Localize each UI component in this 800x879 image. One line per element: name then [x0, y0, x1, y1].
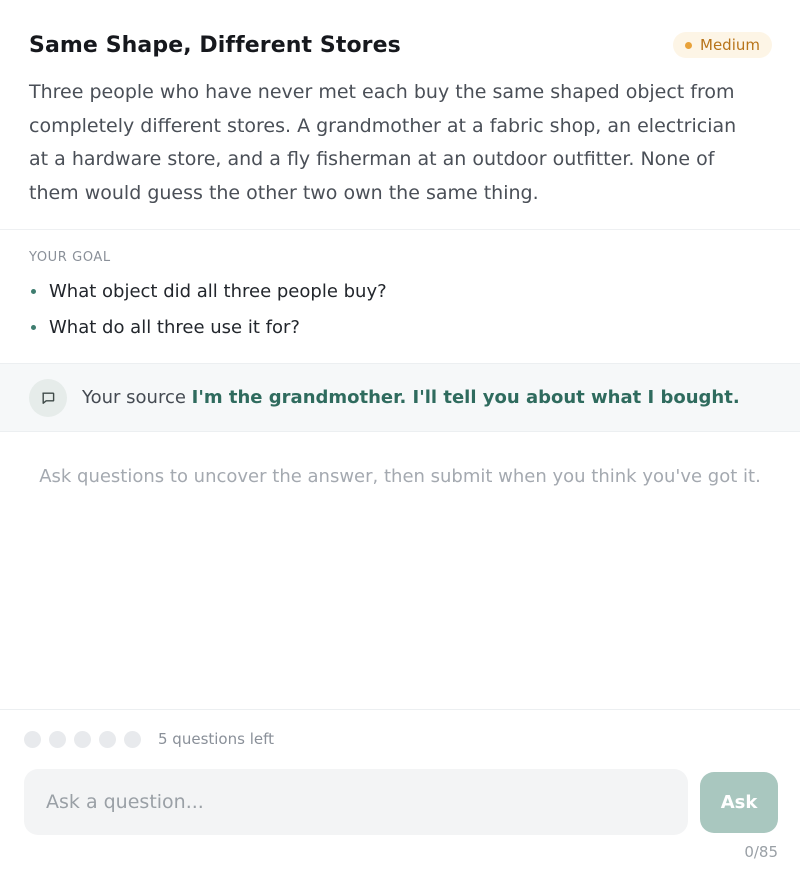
question-dot: [124, 730, 141, 748]
goal-section: YOUR GOAL What object did all three peop…: [0, 230, 800, 363]
source-text: Your source I'm the grandmother. I'll te…: [82, 387, 740, 408]
puzzle-card: Same Shape, Different Stores Medium Thre…: [0, 0, 800, 879]
questions-left-label: 5 questions left: [158, 730, 274, 749]
puzzle-title: Same Shape, Different Stores: [29, 32, 401, 58]
question-dot: [24, 730, 41, 748]
question-dot: [49, 730, 66, 748]
source-prefix: Your source: [82, 387, 186, 409]
source-banner: Your source I'm the grandmother. I'll te…: [0, 363, 800, 433]
chat-bubble-icon: [29, 378, 67, 417]
source-quote: I'm the grandmother. I'll tell you about…: [191, 387, 740, 409]
puzzle-header: Same Shape, Different Stores Medium Thre…: [0, 0, 800, 229]
conversation-area: Ask questions to uncover the answer, the…: [0, 432, 800, 711]
empty-state-hint: Ask questions to uncover the answer, the…: [39, 466, 761, 488]
question-input[interactable]: [24, 769, 688, 836]
difficulty-label: Medium: [700, 36, 760, 54]
goal-list: What object did all three people buy? Wh…: [29, 273, 771, 345]
title-row: Same Shape, Different Stores Medium: [29, 30, 772, 60]
question-dot: [99, 730, 116, 748]
goal-item-text: What do all three use it for?: [49, 316, 300, 338]
question-dot: [74, 730, 91, 748]
goal-item: What do all three use it for?: [29, 309, 771, 345]
goal-item-text: What object did all three people buy?: [49, 280, 387, 302]
character-count: 0/85: [744, 843, 778, 862]
puzzle-description: Three people who have never met each buy…: [29, 81, 737, 204]
question-footer: 5 questions left Ask 0/85: [0, 710, 800, 861]
questions-progress: 5 questions left: [24, 729, 778, 749]
input-row: Ask: [24, 769, 778, 836]
goal-item: What object did all three people buy?: [29, 273, 771, 309]
difficulty-badge: Medium: [673, 32, 772, 58]
difficulty-dot-icon: [685, 41, 693, 49]
ask-button[interactable]: Ask: [700, 771, 778, 833]
goal-label: YOUR GOAL: [29, 250, 111, 266]
bullet-icon: [31, 324, 36, 330]
bullet-icon: [31, 288, 36, 294]
